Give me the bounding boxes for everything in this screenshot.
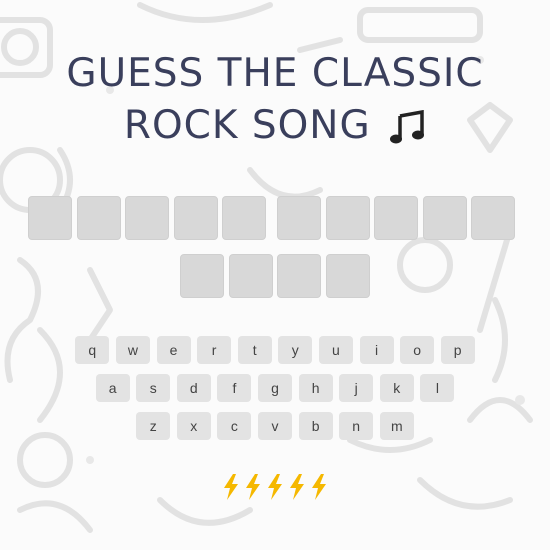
game-title-line2: ROCK SONG — [0, 100, 550, 152]
game-title-line1: GUESS THE CLASSIC — [0, 48, 550, 100]
letter-tile — [325, 254, 370, 298]
music-note-icon — [390, 109, 425, 143]
key-k[interactable]: k — [379, 374, 414, 402]
key-v[interactable]: v — [258, 412, 292, 440]
key-p[interactable]: p — [440, 336, 475, 364]
key-b[interactable]: b — [298, 412, 333, 440]
key-n[interactable]: n — [339, 412, 374, 440]
letter-tile — [222, 196, 266, 240]
title-text-2: ROCK SONG — [123, 103, 371, 148]
letter-tile — [76, 196, 121, 240]
key-c[interactable]: c — [217, 412, 252, 440]
lightning-bolt-icon — [268, 474, 282, 500]
letter-tile — [28, 196, 72, 240]
key-e[interactable]: e — [156, 336, 191, 364]
key-x[interactable]: x — [176, 412, 211, 440]
key-y[interactable]: y — [278, 336, 313, 364]
lightning-bolt-icon — [312, 474, 326, 500]
letter-tile — [325, 196, 370, 240]
title-text-1: GUESS THE CLASSIC — [66, 51, 484, 96]
letter-tile — [228, 254, 273, 298]
key-s[interactable]: s — [136, 374, 171, 402]
key-f[interactable]: f — [217, 374, 252, 402]
key-u[interactable]: u — [318, 336, 353, 364]
lightning-bolt-icon — [246, 474, 260, 500]
key-a[interactable]: a — [95, 374, 130, 402]
letter-tile — [277, 254, 322, 298]
letter-tile — [125, 196, 169, 240]
key-i[interactable]: i — [359, 336, 394, 364]
key-z[interactable]: z — [136, 412, 171, 440]
lightning-bolt-icon — [224, 474, 238, 500]
key-h[interactable]: h — [298, 374, 333, 402]
letter-tile — [173, 196, 218, 240]
key-w[interactable]: w — [115, 336, 150, 364]
key-o[interactable]: o — [400, 336, 435, 364]
key-t[interactable]: t — [237, 336, 272, 364]
lightning-bolt-icon — [290, 474, 304, 500]
letter-tile — [277, 196, 321, 240]
letter-tile — [374, 196, 418, 240]
letter-tile — [471, 196, 515, 240]
key-j[interactable]: j — [339, 374, 374, 402]
key-d[interactable]: d — [176, 374, 211, 402]
letter-tile — [180, 254, 225, 298]
lives-indicator — [0, 474, 550, 504]
game-board: GUESS THE CLASSIC ROCK SONG qwertyuiop as… — [0, 0, 550, 550]
key-m[interactable]: m — [379, 412, 414, 440]
key-q[interactable]: q — [75, 336, 110, 364]
key-g[interactable]: g — [258, 374, 292, 402]
key-l[interactable]: l — [420, 374, 455, 402]
key-r[interactable]: r — [197, 336, 232, 364]
letter-tile — [422, 196, 467, 240]
